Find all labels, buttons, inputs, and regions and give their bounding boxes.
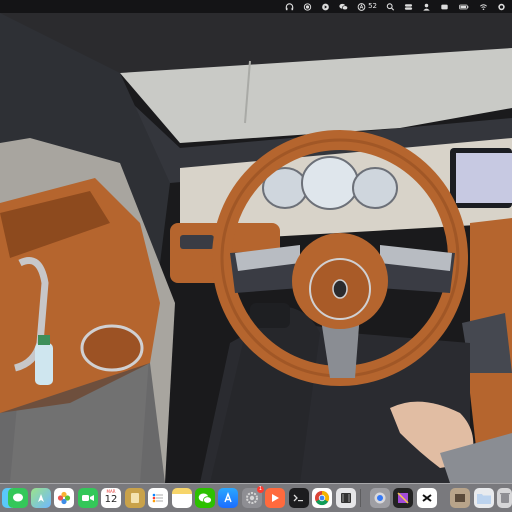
calendar-day: 12 (104, 494, 118, 505)
user-icon[interactable] (422, 3, 431, 11)
system-settings-icon[interactable]: 1 (242, 486, 264, 508)
chrome-icon[interactable] (312, 488, 332, 508)
record-icon[interactable] (303, 2, 312, 11)
menu-bar: 52 (0, 0, 512, 13)
wechat-tray-icon[interactable] (440, 3, 449, 11)
wifi-icon[interactable] (479, 3, 488, 11)
dock: MAR 12 1 (0, 483, 512, 512)
capcut-icon[interactable] (417, 488, 437, 508)
preview-icon[interactable] (450, 488, 470, 508)
siri-icon[interactable] (497, 3, 506, 11)
final-cut-icon[interactable] (393, 488, 413, 508)
battery-icon[interactable] (458, 3, 470, 11)
app-store-icon[interactable]: 52 (357, 0, 377, 13)
terminal-icon[interactable] (289, 488, 309, 508)
app-store-badge: 52 (368, 2, 377, 10)
headphones-icon[interactable] (285, 2, 294, 11)
reminders-icon[interactable] (148, 488, 168, 508)
wechat-icon[interactable] (339, 3, 349, 11)
notes-icon[interactable] (172, 488, 192, 508)
play-circle-icon[interactable] (321, 3, 330, 11)
calendar-icon[interactable]: MAR 12 (101, 488, 121, 508)
wechat-icon[interactable] (195, 488, 215, 508)
photos-icon[interactable] (54, 488, 74, 508)
car-interior-photo (0, 13, 512, 483)
infuse-icon[interactable] (265, 488, 285, 508)
facetime-icon[interactable] (78, 488, 98, 508)
messages-icon[interactable] (8, 488, 28, 508)
maps-icon[interactable] (31, 488, 51, 508)
settings-badge: 1 (257, 486, 264, 493)
quicktime-icon[interactable] (370, 488, 390, 508)
media-icon[interactable] (336, 488, 356, 508)
folder-icon[interactable] (474, 488, 494, 508)
control-center-icon[interactable] (404, 3, 413, 11)
trash-icon[interactable] (497, 488, 512, 508)
dock-separator (360, 489, 361, 507)
search-icon[interactable] (386, 2, 395, 11)
bookmarks-icon[interactable] (125, 488, 145, 508)
app-store-icon[interactable] (218, 488, 238, 508)
